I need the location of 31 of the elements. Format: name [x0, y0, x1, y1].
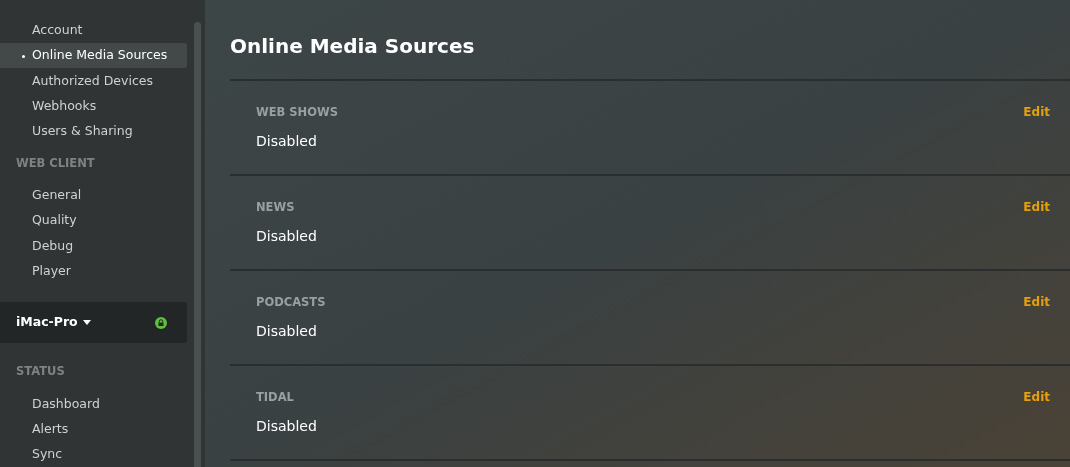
source-status: Disabled: [256, 417, 317, 436]
server-selector[interactable]: iMac-Pro: [0, 301, 187, 344]
sidebar-item[interactable]: Webhooks: [0, 93, 187, 119]
page-title: Online Media Sources: [230, 33, 476, 60]
bullet-icon: [22, 55, 25, 59]
source-label: NEWS: [256, 199, 295, 215]
section-heading: WEB CLIENT: [15, 154, 96, 172]
sidebar-item[interactable]: Account: [0, 18, 187, 44]
source-status: Disabled: [256, 322, 317, 341]
edit-link[interactable]: Edit: [1023, 199, 1050, 215]
sidebar-item[interactable]: Online Media Sources: [0, 43, 187, 69]
sidebar-item[interactable]: Debug: [0, 233, 187, 259]
scrollbar[interactable]: [194, 22, 201, 467]
sidebar-item[interactable]: Alerts: [0, 416, 187, 442]
source-status: Disabled: [256, 132, 317, 151]
source-label: WEB SHOWS: [256, 104, 338, 120]
source-status: Disabled: [256, 227, 317, 246]
edit-link[interactable]: Edit: [1023, 389, 1050, 405]
sidebar-item[interactable]: General: [0, 183, 187, 209]
section-heading: STATUS: [15, 363, 66, 381]
sidebar-item[interactable]: Dashboard: [0, 391, 187, 417]
caret-icon: [82, 320, 91, 326]
sidebar-item[interactable]: Users & Sharing: [0, 118, 187, 144]
sidebar-item[interactable]: Sync: [0, 441, 187, 467]
sidebar-item[interactable]: Quality: [0, 208, 187, 234]
edit-link[interactable]: Edit: [1023, 104, 1050, 120]
source-label: PODCASTS: [256, 294, 326, 310]
sidebar-item[interactable]: Player: [0, 258, 187, 284]
source-label: TIDAL: [256, 389, 294, 405]
edit-link[interactable]: Edit: [1023, 294, 1050, 310]
sidebar-item[interactable]: Authorized Devices: [0, 68, 187, 94]
